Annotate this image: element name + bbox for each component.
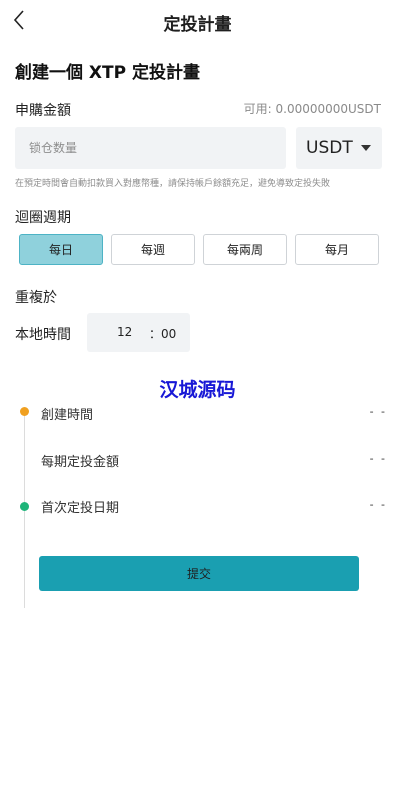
amount-label: 申購金額 bbox=[15, 103, 71, 119]
timeline-dot-orange bbox=[20, 407, 29, 416]
cycle-option-monthly[interactable]: 每月 bbox=[295, 234, 379, 265]
available-balance: 可用: 0.00000000USDT bbox=[243, 102, 381, 116]
cycle-option-daily[interactable]: 每日 bbox=[19, 234, 103, 265]
local-time-label: 本地時間 bbox=[15, 327, 71, 343]
currency-value: USDT bbox=[306, 138, 353, 158]
repeat-label: 重複於 bbox=[15, 290, 57, 306]
time-picker[interactable]: 12 ：00 bbox=[87, 313, 190, 352]
timeline-item-value: - - bbox=[369, 452, 387, 465]
timeline-item-label: 創建時間 bbox=[41, 408, 94, 423]
timeline-item-value: - - bbox=[369, 498, 387, 511]
timeline-item-label: 首次定投日期 bbox=[41, 501, 120, 516]
cycle-option-biweekly[interactable]: 每兩周 bbox=[203, 234, 287, 265]
currency-select[interactable]: USDT bbox=[296, 127, 382, 169]
cycle-label: 迴圈週期 bbox=[15, 210, 71, 226]
watermark: 汉城源码 bbox=[159, 379, 236, 401]
plan-heading: 創建一個 XTP 定投計畫 bbox=[15, 63, 200, 83]
cycle-option-label: 每日 bbox=[48, 243, 73, 257]
cycle-option-label: 每月 bbox=[324, 243, 349, 257]
timeline-item-value: - - bbox=[369, 405, 387, 418]
page-title: 定投計畫 bbox=[163, 15, 232, 35]
cycle-option-label: 每兩周 bbox=[226, 243, 263, 257]
caret-down-icon bbox=[361, 145, 371, 151]
cycle-option-label: 每週 bbox=[140, 243, 165, 257]
amount-input[interactable] bbox=[15, 127, 284, 169]
timeline-item-label: 每期定投金額 bbox=[41, 455, 120, 470]
amount-hint: 在預定時間會自動扣款買入對應幣種，請保持帳戶餘額充足，避免導致定投失敗 bbox=[15, 179, 331, 189]
cycle-option-weekly[interactable]: 每週 bbox=[111, 234, 195, 265]
time-minute[interactable]: ：00 bbox=[149, 325, 176, 342]
timeline-dot-green bbox=[20, 502, 29, 511]
submit-button[interactable]: 提交 bbox=[39, 556, 359, 591]
time-hour[interactable]: 12 bbox=[117, 325, 132, 339]
